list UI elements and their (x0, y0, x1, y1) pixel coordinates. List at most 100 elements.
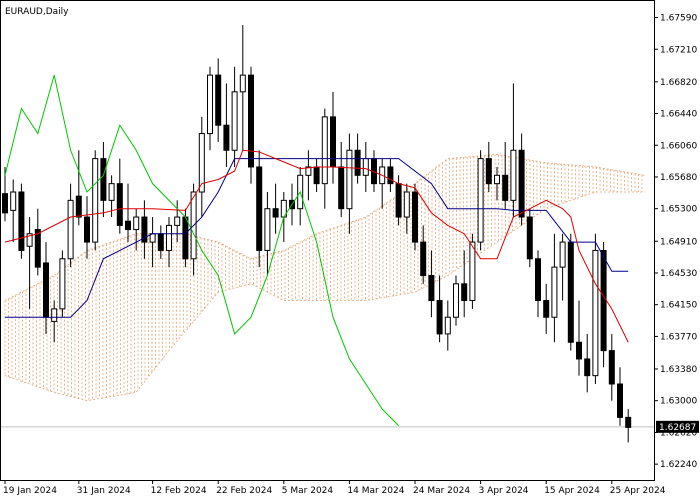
candle (248, 66, 254, 184)
candle (477, 150, 484, 251)
candle-body (2, 193, 8, 214)
candle-body (10, 191, 17, 211)
candle-body (395, 183, 402, 218)
candle-body (223, 124, 230, 151)
candle-body (444, 316, 451, 335)
candle-body (535, 258, 541, 302)
candle-body (502, 174, 509, 201)
candle-body (108, 183, 115, 201)
candle-body (567, 241, 574, 343)
candle-body (403, 191, 410, 218)
candle-body (231, 91, 238, 151)
candle-body (34, 229, 41, 268)
last-price-badge: 1.62687 (656, 420, 699, 433)
candle-body (494, 174, 500, 185)
last-price-label: 1.62687 (659, 423, 696, 433)
y-tick-label: 1.67210 (660, 45, 697, 55)
candle-body (592, 249, 599, 377)
candle-body (174, 216, 181, 226)
y-tick-label: 1.66060 (660, 141, 697, 151)
candle-body (248, 74, 254, 168)
y-tick-label: 1.62240 (660, 460, 697, 470)
candle-body (428, 274, 435, 302)
candle-body (551, 266, 558, 318)
candle (412, 183, 418, 251)
y-tick-label: 1.65300 (660, 205, 697, 215)
candle (92, 150, 99, 251)
candle-body (67, 199, 74, 260)
x-tick-label: 3 Apr 2024 (479, 486, 529, 496)
candle (59, 250, 66, 318)
candle-body (207, 74, 213, 135)
y-tick-label: 1.64530 (660, 269, 697, 279)
candlestick-chart[interactable]: 1.67590 1.67210 1.66820 1.66440 1.66060 1.656… (0, 0, 700, 500)
candle-body (84, 216, 90, 243)
candle-body (264, 208, 271, 251)
candle-body (321, 116, 328, 185)
y-tick-label: 1.66440 (660, 110, 697, 120)
candle-body (133, 216, 140, 231)
candle-body (387, 166, 394, 185)
candle-body (215, 74, 222, 126)
x-tick-label: 31 Jan 2024 (77, 486, 131, 496)
candle-body (477, 158, 484, 243)
candle (469, 233, 476, 309)
candle-body (125, 220, 131, 231)
x-tick-label: 24 Mar 2024 (413, 486, 470, 496)
candle-body (608, 350, 615, 385)
candle-body (559, 241, 566, 268)
candle-body (330, 116, 336, 168)
candle-body (18, 191, 25, 251)
y-tick-label: 1.64910 (660, 237, 697, 247)
candle (592, 233, 599, 384)
candle (18, 183, 25, 259)
candle-body (166, 224, 172, 251)
y-tick-label: 1.65680 (660, 173, 697, 183)
candle-body (461, 283, 468, 302)
price-axis: 1.67590 1.67210 1.66820 1.66440 1.66060 1.656… (654, 14, 697, 470)
candle-body (617, 383, 623, 418)
candle (526, 208, 533, 268)
candle-body (518, 149, 525, 218)
candle-body (182, 216, 189, 260)
candle-body (43, 262, 49, 318)
candle-body (510, 149, 517, 201)
candle-body (272, 208, 279, 218)
candle (256, 150, 263, 268)
candle-body (526, 216, 533, 260)
candle-body (75, 195, 82, 218)
candle-body (239, 74, 246, 93)
candle-body (157, 233, 164, 251)
x-tick-label: 19 Jan 2024 (3, 486, 57, 496)
candle (567, 233, 574, 351)
candle-body (436, 300, 443, 335)
candle-body (420, 241, 427, 276)
candle-body (59, 258, 66, 310)
y-tick-label: 1.66820 (660, 78, 697, 88)
candle-body (469, 241, 476, 302)
x-tick-label: 22 Feb 2024 (216, 486, 272, 496)
candle-body (362, 158, 369, 176)
candle-body (543, 300, 550, 318)
candle-body (600, 249, 607, 352)
candle-body (625, 416, 632, 428)
candle-body (116, 183, 123, 226)
candle-body (485, 158, 492, 185)
candle-body (51, 308, 58, 322)
x-tick-label: 5 Mar 2024 (282, 486, 334, 496)
candle-body (100, 158, 107, 201)
y-tick-label: 1.63380 (660, 365, 697, 375)
candle-body (584, 358, 591, 377)
y-tick-label: 1.63000 (660, 397, 697, 407)
candle-body (576, 341, 582, 360)
candle-body (453, 283, 459, 318)
symbol-label: EURAUD,Daily (5, 7, 69, 17)
candle-body (412, 191, 418, 243)
candle-body (313, 166, 320, 185)
y-tick-label: 1.64150 (660, 301, 697, 311)
chart-area[interactable]: 1.67590 1.67210 1.66820 1.66440 1.66060 1.656… (0, 0, 700, 500)
candle-body (338, 166, 345, 210)
x-tick-label: 25 Apr 2024 (610, 486, 666, 496)
y-tick-label: 1.63770 (660, 332, 697, 342)
y-tick-label: 1.67590 (660, 14, 697, 24)
